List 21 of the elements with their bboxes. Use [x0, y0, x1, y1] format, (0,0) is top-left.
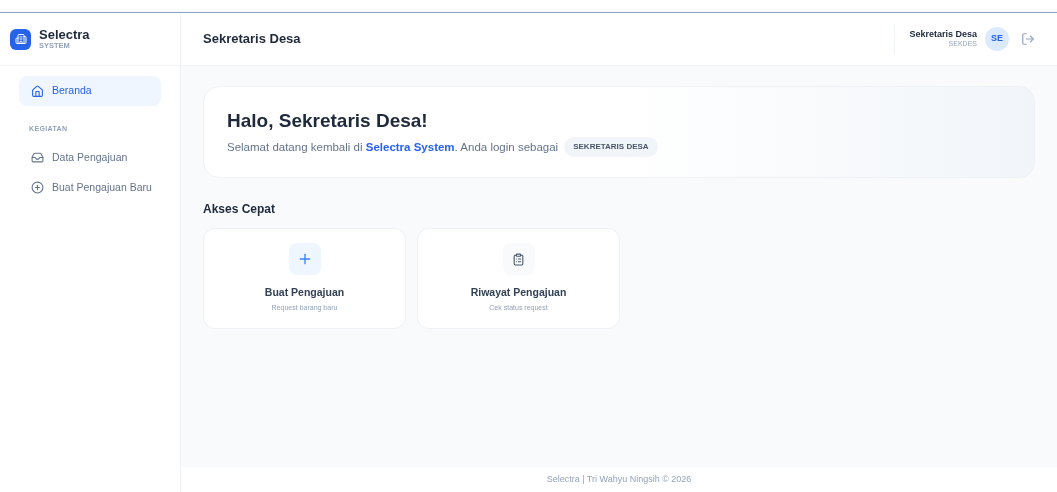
user-avatar: SE — [985, 27, 1009, 51]
card-title: Buat Pengajuan — [264, 285, 345, 301]
plus-circle-icon — [31, 181, 44, 194]
section-title: Akses Cepat — [203, 201, 277, 218]
welcome-text: Selamat datang kembali di Selectra System. Anda login sebagai — [227, 139, 559, 155]
brand-name: Selectra — [39, 28, 90, 42]
home-icon — [31, 84, 44, 98]
plus-icon — [288, 243, 321, 276]
page-title: Sekretaris Desa — [203, 30, 301, 49]
logo-icon — [10, 28, 31, 50]
logout-icon[interactable] — [1021, 32, 1035, 46]
clipboard-icon — [502, 243, 535, 276]
user-name: Sekretaris Desa — [909, 29, 977, 41]
sidebar-item[interactable]: Beranda — [19, 76, 161, 106]
card-title: Riwayat Pengajuan — [470, 285, 567, 301]
role-badge: SEKRETARIS DESA — [564, 137, 658, 158]
inbox-icon — [31, 151, 44, 164]
welcome-title: Halo, Sekretaris Desa! — [227, 108, 429, 133]
footer-text: Selectra | Tri Wahyu Ningsih © 2026 — [546, 472, 692, 486]
sidebar-item[interactable]: Data Pengajuan — [19, 142, 161, 173]
sidebar-item[interactable]: Buat Pengajuan Baru — [19, 172, 161, 203]
